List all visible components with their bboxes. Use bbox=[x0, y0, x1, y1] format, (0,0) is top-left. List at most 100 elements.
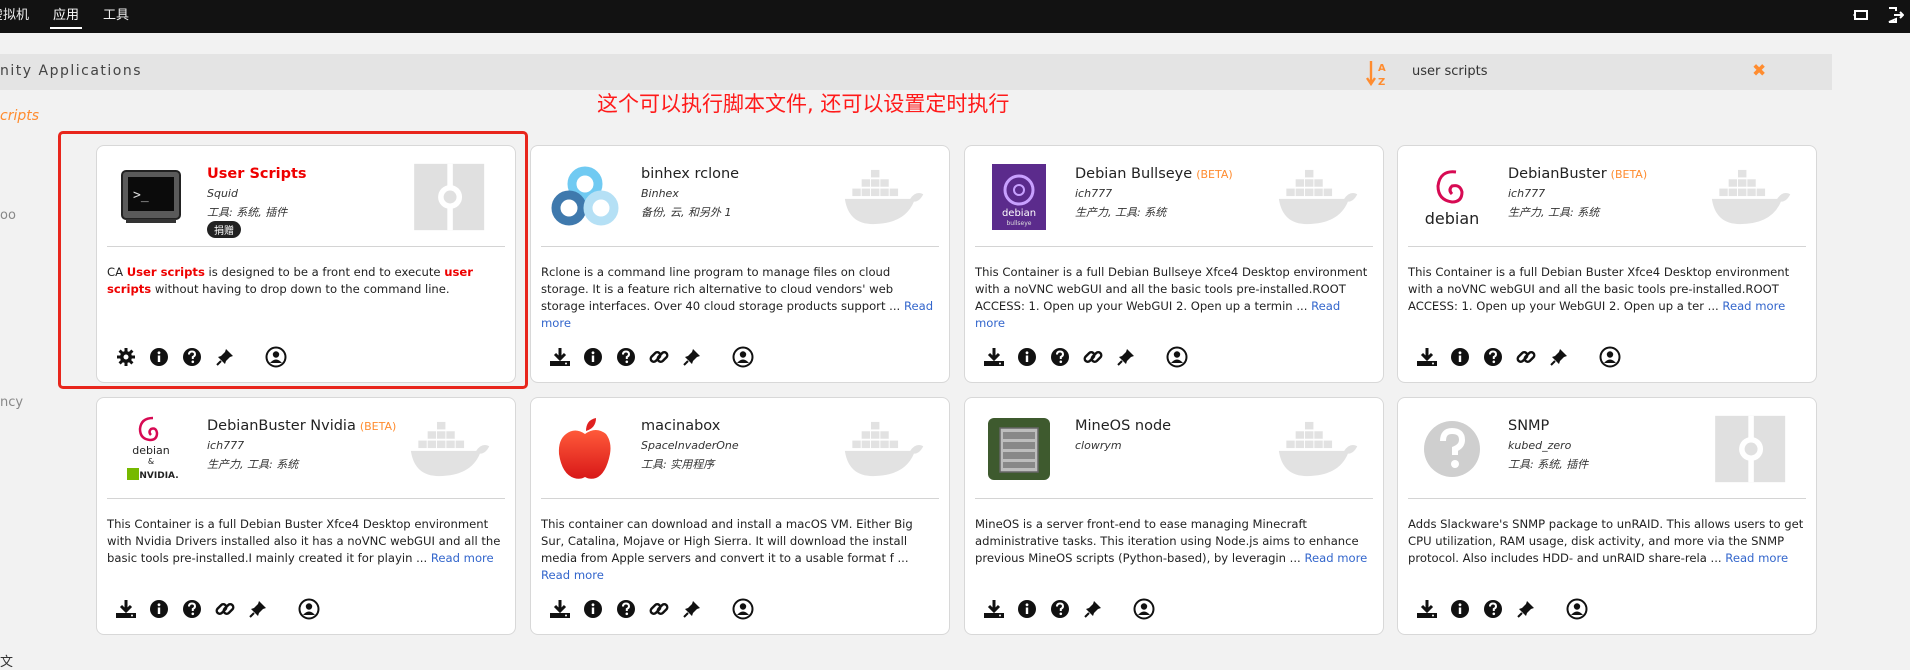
sidebar-item-partial-3[interactable]: 文 bbox=[0, 651, 13, 670]
download-icon[interactable] bbox=[115, 598, 137, 620]
app-card[interactable]: SNMP kubed_zero 工具: 系统, 插件 Adds Slackwar… bbox=[1397, 397, 1817, 635]
app-name[interactable]: macinabox bbox=[641, 418, 720, 434]
read-more-link[interactable]: Read more bbox=[1722, 299, 1785, 313]
switch-icon[interactable] bbox=[1852, 6, 1870, 24]
app-description: This Container is a full Debian Buster X… bbox=[107, 516, 505, 567]
help-icon[interactable] bbox=[1482, 598, 1504, 620]
info-icon[interactable] bbox=[148, 598, 170, 620]
docker-icon bbox=[1278, 421, 1358, 477]
sidebar-item-user-scripts[interactable]: cripts bbox=[0, 108, 39, 124]
download-icon[interactable] bbox=[983, 598, 1005, 620]
app-author[interactable]: ich777 bbox=[1075, 187, 1112, 200]
app-card[interactable]: MineOS node clowrym MineOS is a server f… bbox=[964, 397, 1384, 635]
app-author[interactable]: SpaceInvaderOne bbox=[641, 439, 739, 452]
app-name[interactable]: binhex rclone bbox=[641, 166, 739, 182]
link-icon[interactable] bbox=[1515, 346, 1537, 368]
app-description: Rclone is a command line program to mana… bbox=[541, 264, 939, 332]
svg-text:debian: debian bbox=[1002, 208, 1036, 219]
pin-icon[interactable] bbox=[1115, 346, 1137, 368]
link-icon[interactable] bbox=[648, 598, 670, 620]
read-more-link[interactable]: Read more bbox=[1304, 551, 1367, 565]
pin-icon[interactable] bbox=[1515, 598, 1537, 620]
read-more-link[interactable]: Read more bbox=[431, 551, 494, 565]
apple-icon bbox=[558, 418, 611, 479]
plugin-icon bbox=[1715, 415, 1786, 483]
app-description: This Container is a full Debian Buster X… bbox=[1408, 264, 1806, 315]
info-icon[interactable] bbox=[1449, 598, 1471, 620]
sidebar-item-partial-2[interactable]: ncy bbox=[0, 395, 23, 410]
sort-az-icon[interactable]: A Z bbox=[1366, 59, 1390, 87]
author-profile-icon[interactable] bbox=[1166, 346, 1188, 368]
app-card[interactable]: binhex rclone Binhex 备份, 云, 和另外 1 Rclone… bbox=[530, 145, 950, 383]
pin-icon[interactable] bbox=[1082, 598, 1104, 620]
download-icon[interactable] bbox=[983, 346, 1005, 368]
app-name-text[interactable]: DebianBuster Nvidia bbox=[207, 418, 356, 434]
link-icon[interactable] bbox=[1082, 346, 1104, 368]
nav-item-tools[interactable]: 工具 bbox=[100, 4, 132, 29]
logout-icon[interactable] bbox=[1886, 6, 1904, 24]
pin-icon[interactable] bbox=[681, 346, 703, 368]
help-icon[interactable] bbox=[615, 598, 637, 620]
app-author[interactable]: Binhex bbox=[641, 187, 679, 200]
app-categories: 工具: 实用程序 bbox=[641, 458, 715, 471]
app-name-text[interactable]: Debian Bullseye bbox=[1075, 166, 1192, 182]
help-icon[interactable] bbox=[181, 598, 203, 620]
app-name[interactable]: Debian Bullseye (BETA) bbox=[1075, 166, 1233, 182]
app-name[interactable]: MineOS node bbox=[1075, 418, 1171, 434]
link-icon[interactable] bbox=[214, 598, 236, 620]
help-icon[interactable] bbox=[1049, 598, 1071, 620]
help-icon[interactable] bbox=[1049, 346, 1071, 368]
app-author[interactable]: kubed_zero bbox=[1508, 439, 1571, 452]
app-author[interactable]: ich777 bbox=[1508, 187, 1545, 200]
author-profile-icon[interactable] bbox=[1599, 346, 1621, 368]
app-card[interactable]: debian DebianBuster (BETA) ich777 生产力, 工具… bbox=[1397, 145, 1817, 383]
app-card[interactable]: debian bullseye Debian Bullseye (BETA) ic… bbox=[964, 145, 1384, 383]
app-author[interactable]: clowrym bbox=[1075, 439, 1122, 452]
author-profile-icon[interactable] bbox=[732, 598, 754, 620]
search-input[interactable]: user scripts bbox=[1412, 64, 1488, 79]
info-icon[interactable] bbox=[582, 598, 604, 620]
app-name[interactable]: DebianBuster (BETA) bbox=[1508, 166, 1647, 182]
app-icon: debian bullseye bbox=[983, 161, 1055, 233]
download-icon[interactable] bbox=[1416, 346, 1438, 368]
card-actions bbox=[983, 598, 1166, 620]
author-profile-icon[interactable] bbox=[298, 598, 320, 620]
app-icon bbox=[1416, 413, 1488, 485]
app-card[interactable]: macinabox SpaceInvaderOne 工具: 实用程序 This … bbox=[530, 397, 950, 635]
help-icon[interactable] bbox=[615, 346, 637, 368]
read-more-link[interactable]: Read more bbox=[1725, 551, 1788, 565]
info-icon[interactable] bbox=[1016, 598, 1038, 620]
author-profile-icon[interactable] bbox=[1566, 598, 1588, 620]
card-actions bbox=[115, 598, 331, 620]
author-profile-icon[interactable] bbox=[1133, 598, 1155, 620]
pin-icon[interactable] bbox=[247, 598, 269, 620]
divider bbox=[541, 246, 939, 247]
pin-icon[interactable] bbox=[1548, 346, 1570, 368]
info-icon[interactable] bbox=[1016, 346, 1038, 368]
nav-item-vms[interactable]: 虚拟机 bbox=[0, 4, 32, 29]
pin-icon[interactable] bbox=[681, 598, 703, 620]
svg-text:Z: Z bbox=[1378, 77, 1385, 87]
download-icon[interactable] bbox=[1416, 598, 1438, 620]
help-icon[interactable] bbox=[1482, 346, 1504, 368]
svg-text:NVIDIA.: NVIDIA. bbox=[139, 471, 178, 481]
app-icon bbox=[549, 161, 621, 233]
app-author[interactable]: ich777 bbox=[207, 439, 244, 452]
info-icon[interactable] bbox=[582, 346, 604, 368]
nav-item-apps[interactable]: 应用 bbox=[50, 4, 83, 29]
download-icon[interactable] bbox=[549, 598, 571, 620]
docker-icon bbox=[1711, 169, 1791, 225]
sidebar-item-partial[interactable]: oo bbox=[0, 208, 16, 223]
app-card[interactable]: debian & NVIDIA. DebianBuster Nvidia (BET… bbox=[96, 397, 516, 635]
info-icon[interactable] bbox=[1449, 346, 1471, 368]
app-name[interactable]: SNMP bbox=[1508, 418, 1549, 434]
app-name-text[interactable]: DebianBuster bbox=[1508, 166, 1607, 182]
desc-text: MineOS is a server front-end to ease man… bbox=[975, 517, 1359, 565]
download-icon[interactable] bbox=[549, 346, 571, 368]
app-name[interactable]: DebianBuster Nvidia (BETA) bbox=[207, 418, 396, 434]
read-more-link[interactable]: Read more bbox=[541, 568, 604, 582]
desc-text: This Container is a full Debian Bullseye… bbox=[975, 265, 1368, 313]
link-icon[interactable] bbox=[648, 346, 670, 368]
author-profile-icon[interactable] bbox=[732, 346, 754, 368]
close-icon[interactable]: ✖ bbox=[1752, 61, 1766, 81]
